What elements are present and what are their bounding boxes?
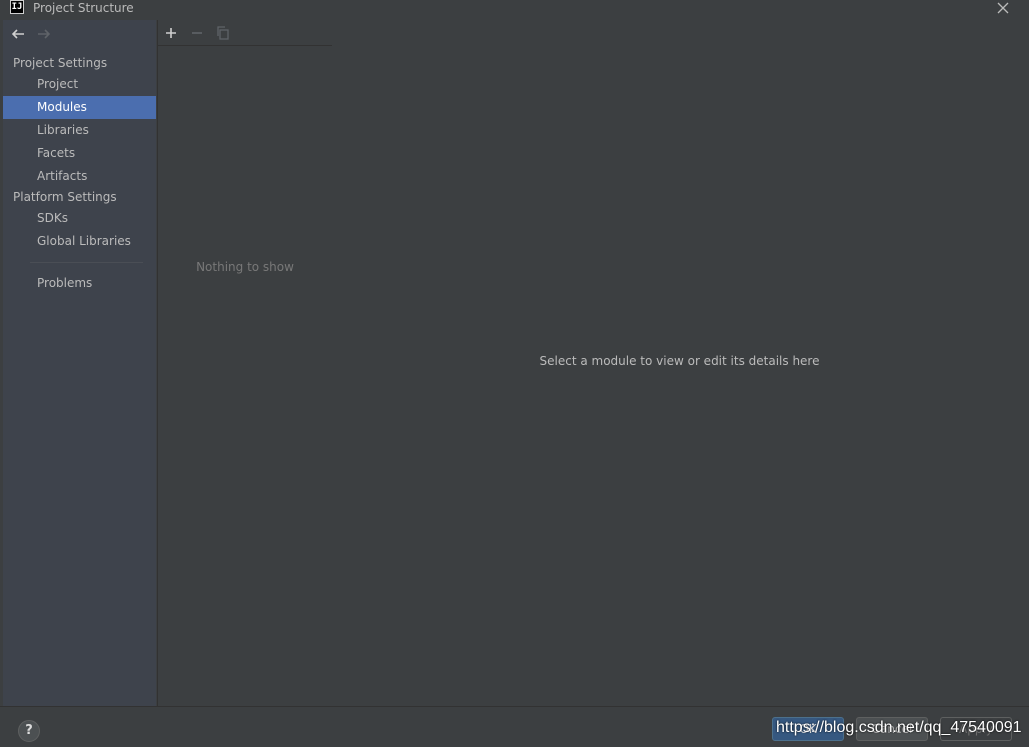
copy-icon[interactable] [215,25,231,41]
watermark-text: https://blog.csdn.net/qq_47540091 [776,719,1022,736]
sidebar-item-project[interactable]: Project [3,73,156,96]
modules-toolbar-divider [158,45,332,46]
sidebar-divider [30,262,143,263]
sidebar-item-problems[interactable]: Problems [3,272,156,295]
sidebar-item-artifacts[interactable]: Artifacts [3,165,156,188]
intellij-idea-icon: IJ [10,0,24,14]
forward-arrow-icon[interactable] [36,26,52,42]
modules-panel: Nothing to show [157,20,333,706]
sidebar-item-modules[interactable]: Modules [3,96,156,119]
close-icon[interactable] [996,1,1010,15]
sidebar-item-global-libraries[interactable]: Global Libraries [3,230,156,253]
title-bar: IJ Project Structure [0,0,1029,20]
help-icon[interactable]: ? [18,720,40,742]
project-settings-header: Project Settings [13,56,108,70]
module-details-placeholder: Select a module to view or edit its deta… [539,354,820,368]
back-arrow-icon[interactable] [10,26,26,42]
modules-empty-text: Nothing to show [196,260,294,274]
window-title: Project Structure [33,1,134,15]
settings-sidebar: Project Settings Project Modules Librari… [3,20,156,706]
sidebar-item-facets[interactable]: Facets [3,142,156,165]
plus-icon[interactable] [163,25,179,41]
dialog-button-bar: ? OK Cancel Apply https://blog.csdn.net/… [0,706,1029,747]
module-details-panel: Select a module to view or edit its deta… [332,20,1029,706]
sidebar-item-libraries[interactable]: Libraries [3,119,156,142]
sidebar-item-sdks[interactable]: SDKs [3,207,156,230]
minus-icon[interactable] [189,25,205,41]
platform-settings-header: Platform Settings [13,190,117,204]
